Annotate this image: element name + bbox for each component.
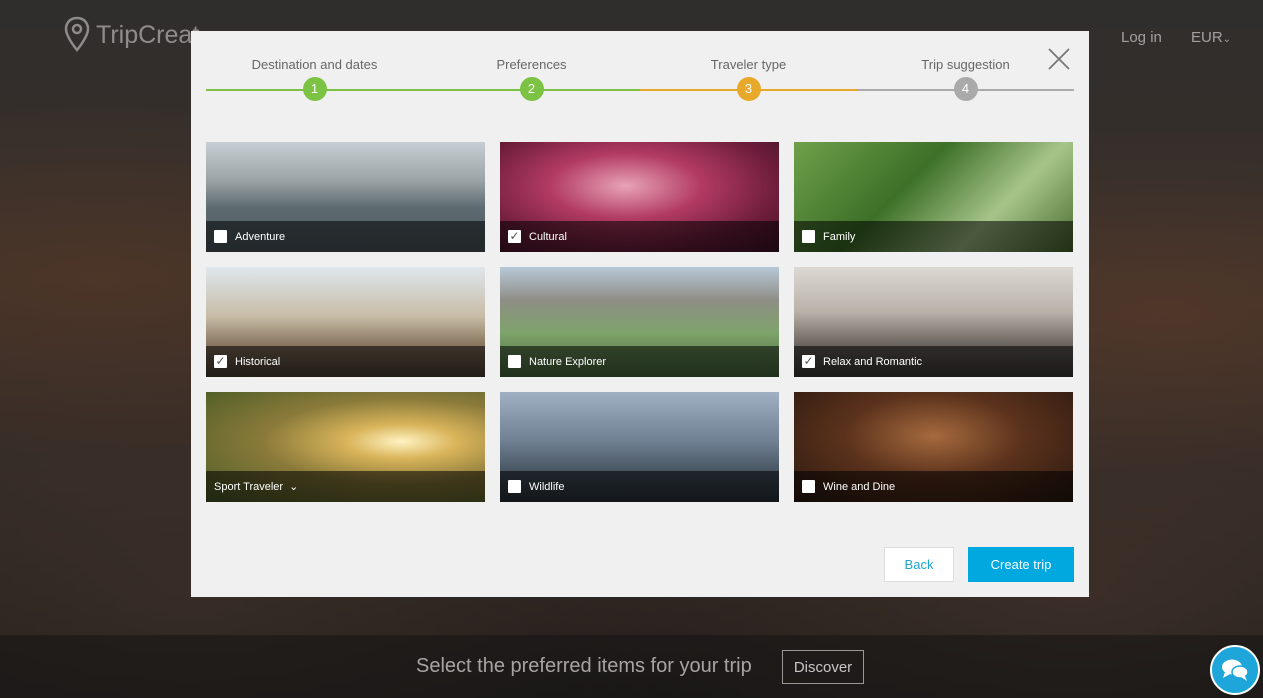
card-label: Wine and Dine bbox=[823, 480, 896, 493]
map-pin-icon bbox=[64, 16, 90, 52]
traveler-type-card-wine-and-dine[interactable]: Wine and Dine bbox=[794, 392, 1073, 502]
chevron-down-icon: ⌄ bbox=[1222, 34, 1232, 45]
footer-text: Select the preferred items for your trip bbox=[416, 655, 752, 677]
card-caption-bar: Sport Traveler ⌄ bbox=[206, 471, 485, 502]
checkbox[interactable] bbox=[214, 230, 227, 243]
checkbox[interactable] bbox=[508, 355, 521, 368]
checkbox[interactable] bbox=[802, 480, 815, 493]
card-label: Adventure bbox=[235, 230, 286, 243]
card-label: Historical bbox=[235, 355, 281, 368]
create-trip-button[interactable]: Create trip bbox=[968, 547, 1074, 582]
discover-button[interactable]: Discover bbox=[782, 650, 864, 684]
traveler-type-card-wildlife[interactable]: Wildlife bbox=[500, 392, 779, 502]
step-label: Trip suggestion bbox=[921, 57, 1010, 72]
checkbox[interactable] bbox=[508, 480, 521, 493]
checkbox[interactable]: ✓ bbox=[802, 355, 815, 368]
traveler-type-card-cultural[interactable]: ✓ Cultural bbox=[500, 142, 779, 252]
step-number: 3 bbox=[736, 77, 761, 101]
trip-creation-modal: Destination and dates 1 Preferences 2 Travel… bbox=[191, 31, 1089, 597]
card-label: Family bbox=[823, 230, 856, 243]
step-1[interactable]: Destination and dates 1 bbox=[206, 57, 423, 103]
card-caption-bar: Adventure bbox=[206, 221, 485, 252]
checkbox[interactable]: ✓ bbox=[508, 230, 521, 243]
card-label: Wildlife bbox=[529, 480, 565, 493]
traveler-type-card-family[interactable]: Family bbox=[794, 142, 1073, 252]
step-label: Traveler type bbox=[710, 57, 787, 72]
currency-selector[interactable]: EUR⌄ bbox=[1191, 29, 1231, 46]
chat-button[interactable] bbox=[1210, 645, 1260, 695]
traveler-type-card-adventure[interactable]: Adventure bbox=[206, 142, 485, 252]
card-label: Sport Traveler bbox=[214, 480, 284, 493]
card-caption-bar: Nature Explorer bbox=[500, 346, 779, 377]
footer-bar: Select the preferred items for your trip… bbox=[0, 635, 1263, 698]
card-caption-bar: ✓ Relax and Romantic bbox=[794, 346, 1073, 377]
progress-stepper: Destination and dates 1 Preferences 2 Travel… bbox=[206, 57, 1074, 107]
logo[interactable]: TripCreat bbox=[64, 14, 199, 56]
traveler-type-card-sport-traveler[interactable]: Sport Traveler ⌄ bbox=[206, 392, 485, 502]
chevron-down-icon[interactable]: ⌄ bbox=[289, 480, 298, 493]
card-label: Relax and Romantic bbox=[823, 355, 923, 368]
step-number: 2 bbox=[519, 77, 544, 101]
card-label: Nature Explorer bbox=[529, 355, 607, 368]
step-label: Destination and dates bbox=[251, 57, 378, 72]
card-label: Cultural bbox=[529, 230, 567, 243]
login-link[interactable]: Log in bbox=[1121, 29, 1162, 46]
card-caption-bar: Family bbox=[794, 221, 1073, 252]
logo-text: TripCreat bbox=[96, 20, 200, 49]
currency-label: EUR bbox=[1191, 29, 1223, 46]
card-caption-bar: ✓ Historical bbox=[206, 346, 485, 377]
step-number: 4 bbox=[953, 77, 978, 101]
traveler-type-card-historical[interactable]: ✓ Historical bbox=[206, 267, 485, 377]
checkbox[interactable]: ✓ bbox=[214, 355, 227, 368]
back-button[interactable]: Back bbox=[884, 547, 954, 582]
step-number: 1 bbox=[302, 77, 327, 101]
chat-icon bbox=[1222, 659, 1249, 681]
checkbox[interactable] bbox=[802, 230, 815, 243]
step-2[interactable]: Preferences 2 bbox=[423, 57, 640, 103]
step-3[interactable]: Traveler type 3 bbox=[640, 57, 857, 103]
step-4[interactable]: Trip suggestion 4 bbox=[857, 57, 1074, 103]
traveler-type-card-relax-and-romantic[interactable]: ✓ Relax and Romantic bbox=[794, 267, 1073, 377]
card-caption-bar: Wine and Dine bbox=[794, 471, 1073, 502]
card-caption-bar: Wildlife bbox=[500, 471, 779, 502]
traveler-type-card-nature-explorer[interactable]: Nature Explorer bbox=[500, 267, 779, 377]
card-caption-bar: ✓ Cultural bbox=[500, 221, 779, 252]
step-label: Preferences bbox=[496, 57, 567, 72]
